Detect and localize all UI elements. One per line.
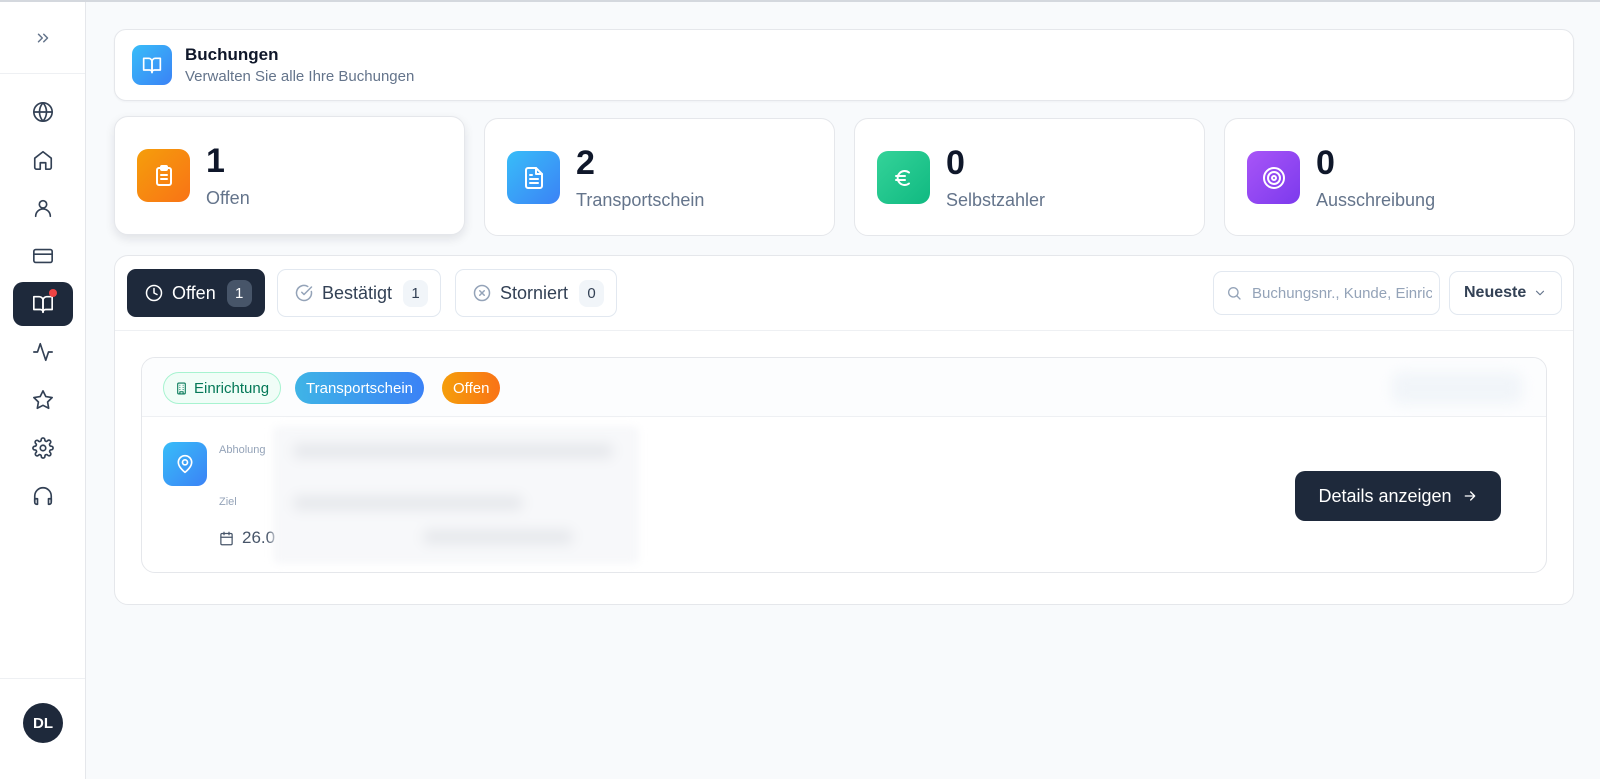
sidebar-item-favorites[interactable] [13, 378, 73, 422]
booking-card-header: Einrichtung Transportschein Offen [142, 358, 1546, 417]
tag-label: Transportschein [306, 379, 413, 397]
sidebar-footer: DL [0, 678, 85, 779]
booking-date: 26.0 [219, 528, 275, 548]
booking-card[interactable]: Einrichtung Transportschein Offen Abholu… [141, 357, 1547, 573]
page-header: Buchungen Verwalten Sie alle Ihre Buchun… [114, 29, 1574, 101]
tag-label: Einrichtung [194, 379, 270, 397]
stat-label: Ausschreibung [1316, 190, 1436, 210]
headset-icon [33, 487, 53, 506]
details-button-label: Details anzeigen [1318, 485, 1452, 506]
avatar[interactable]: DL [23, 703, 63, 743]
stat-label: Transportschein [576, 190, 705, 210]
search-icon [1228, 287, 1241, 300]
activity-icon [33, 342, 53, 362]
redacted-booking-number [1392, 372, 1522, 404]
sort-select[interactable]: Neueste [1449, 271, 1562, 315]
file-text-icon [507, 151, 560, 204]
tab-label: Storniert [500, 282, 569, 303]
clock-icon [145, 284, 163, 302]
sidebar-item-home[interactable] [13, 138, 73, 182]
calendar-icon [220, 531, 233, 545]
sidebar-item-activity[interactable] [13, 330, 73, 374]
redacted-line [293, 444, 613, 458]
redacted-line [423, 530, 573, 544]
settings-icon [32, 437, 54, 459]
tab-count-badge: 0 [579, 279, 605, 307]
tab-bestaetigt[interactable]: Bestätigt 1 [277, 269, 442, 317]
stat-value: 1 [206, 142, 225, 180]
pickup-label: Abholung [219, 444, 266, 456]
tag-status-offen: Offen [442, 372, 501, 404]
book-open-icon [132, 45, 172, 85]
sidebar-item-payments[interactable] [13, 234, 73, 278]
details-button[interactable]: Details anzeigen [1295, 471, 1501, 521]
page-subtitle: Verwalten Sie alle Ihre Buchungen [185, 68, 415, 85]
sort-selected-value: Neueste [1464, 284, 1527, 301]
sidebar-item-user[interactable] [13, 186, 73, 230]
stat-card-ausschreibung[interactable]: 0 Ausschreibung [1224, 118, 1575, 236]
window-top-border [0, 0, 1600, 2]
tab-label: Offen [172, 282, 216, 303]
destination-label: Ziel [219, 496, 237, 508]
user-icon [34, 199, 52, 218]
tab-count-badge: 1 [226, 279, 252, 307]
stat-card-transportschein[interactable]: 2 Transportschein [484, 118, 835, 236]
sidebar: DL [0, 2, 86, 779]
sidebar-item-bookings[interactable] [13, 282, 73, 326]
euro-icon [877, 151, 930, 204]
bookings-toolbar: Offen 1 Bestätigt 1 Storniert 0 Neueste [115, 256, 1573, 331]
sidebar-item-settings[interactable] [13, 426, 73, 470]
globe-icon [33, 102, 53, 122]
home-icon [33, 150, 53, 170]
arrow-right-icon [1462, 488, 1478, 504]
tag-label: Offen [453, 379, 490, 397]
search-input[interactable] [1252, 284, 1432, 302]
target-icon [1247, 151, 1300, 204]
tab-offen[interactable]: Offen 1 [127, 269, 265, 317]
stat-label: Offen [206, 188, 250, 208]
stat-label: Selbstzahler [946, 190, 1046, 210]
search-box [1213, 271, 1440, 315]
sidebar-item-support[interactable] [13, 474, 73, 518]
page-title: Buchungen [185, 45, 279, 64]
stat-value: 0 [946, 144, 965, 182]
tag-transportschein: Transportschein [295, 372, 424, 404]
tab-count-badge: 1 [403, 279, 429, 307]
map-pin-icon [163, 442, 207, 486]
star-icon [33, 390, 53, 410]
tab-storniert[interactable]: Storniert 0 [455, 269, 618, 317]
check-circle-icon [295, 284, 313, 302]
stat-card-offen[interactable]: 1 Offen [114, 116, 465, 235]
tab-label: Bestätigt [322, 282, 393, 303]
stat-value: 0 [1316, 144, 1335, 182]
clipboard-icon [137, 149, 190, 202]
stat-value: 2 [576, 144, 595, 182]
stat-card-selbstzahler[interactable]: 0 Selbstzahler [854, 118, 1205, 236]
notification-dot [49, 289, 57, 297]
chevron-down-icon [1535, 290, 1545, 296]
booking-date-value: 26.0 [242, 528, 276, 547]
building-icon [175, 382, 188, 395]
tag-einrichtung: Einrichtung [163, 372, 282, 404]
x-circle-icon [473, 284, 491, 302]
redacted-line [293, 496, 523, 510]
credit-card-icon [33, 248, 53, 264]
sidebar-item-globe[interactable] [13, 90, 73, 134]
chevrons-right-icon [37, 33, 48, 42]
sidebar-expand-button[interactable] [0, 2, 85, 74]
bookings-panel: Offen 1 Bestätigt 1 Storniert 0 Neueste [114, 255, 1574, 605]
redacted-address-area [273, 426, 639, 564]
